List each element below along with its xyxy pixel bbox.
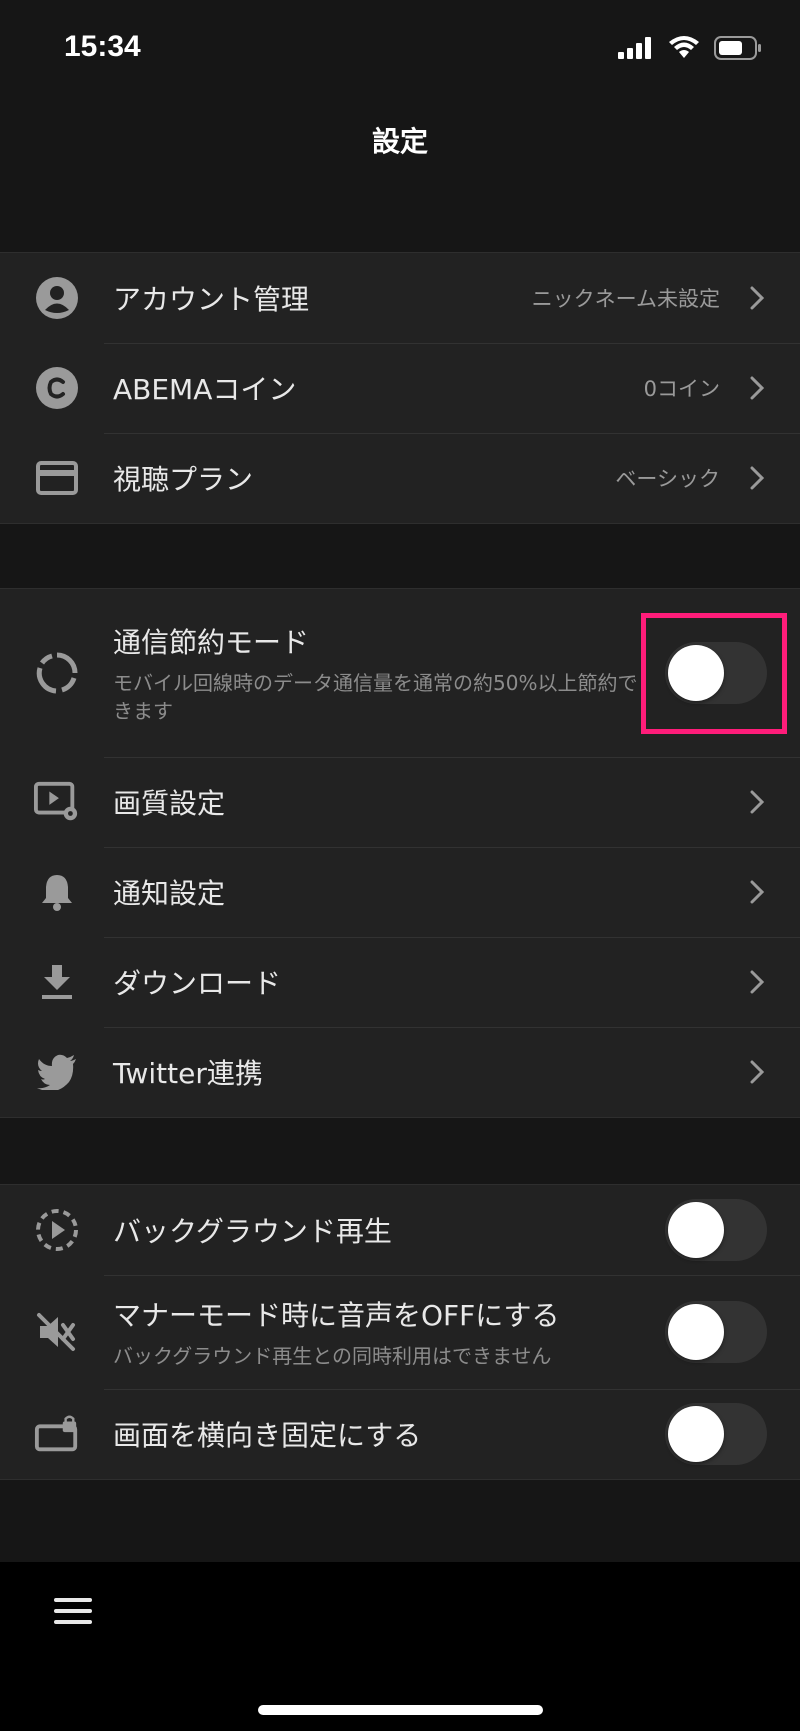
row-label: 視聴プラン <box>113 463 254 496</box>
background-playback-row: バックグラウンド再生 <box>0 1185 800 1275</box>
row-label: 画質設定 <box>113 787 226 820</box>
twitter-link-row[interactable]: Twitter連携 <box>0 1027 800 1117</box>
bell-icon <box>34 869 80 915</box>
signal-icon <box>618 37 651 59</box>
row-label: Twitter連携 <box>113 1057 263 1090</box>
nickname-value: ニックネーム未設定 <box>531 287 720 311</box>
account-group: アカウント管理 ニックネーム未設定 ABEMAコイン 0コイン 視聴プラン ベー… <box>0 252 800 524</box>
home-indicator[interactable] <box>258 1705 543 1715</box>
highlight-frame <box>641 613 787 734</box>
status-bar: 15:34 <box>0 0 800 100</box>
notification-settings-row[interactable]: 通知設定 <box>0 847 800 937</box>
chevron-right-icon <box>750 880 765 904</box>
playback-group: バックグラウンド再生 マナーモード時に音声をOFFにする バックグラウンド再生と… <box>0 1184 800 1480</box>
account-settings-row[interactable]: アカウント管理 ニックネーム未設定 <box>0 253 800 343</box>
hamburger-menu-icon[interactable] <box>54 1598 94 1628</box>
row-label: ABEMAコイン <box>113 373 297 406</box>
manner-mode-row: マナーモード時に音声をOFFにする バックグラウンド再生との同時利用はできません <box>0 1275 800 1389</box>
status-icons <box>618 36 762 60</box>
row-label: 通知設定 <box>113 877 226 910</box>
coin-icon <box>34 365 80 411</box>
chevron-right-icon <box>750 376 765 400</box>
data-saver-label: 通信節約モード <box>113 626 310 659</box>
manner-mode-toggle[interactable] <box>665 1301 767 1363</box>
landscape-lock-row: 画面を横向き固定にする <box>0 1389 800 1479</box>
chevron-right-icon <box>750 790 765 814</box>
toggle-knob <box>668 1406 724 1462</box>
viewing-plan-row[interactable]: 視聴プラン ベーシック <box>0 433 800 523</box>
screen-lock-icon <box>34 1411 80 1457</box>
twitter-icon <box>34 1049 80 1095</box>
row-label: バックグラウンド再生 <box>113 1215 392 1248</box>
row-label: マナーモード時に音声をOFFにする <box>113 1299 560 1332</box>
card-icon <box>34 455 80 501</box>
abema-coin-row[interactable]: ABEMAコイン 0コイン <box>0 343 800 433</box>
data-saver-icon <box>34 650 80 696</box>
chevron-right-icon <box>750 286 765 310</box>
download-icon <box>34 959 80 1005</box>
video-settings-icon <box>34 779 80 825</box>
mute-icon <box>34 1309 80 1355</box>
status-time: 15:34 <box>64 30 141 63</box>
download-row[interactable]: ダウンロード <box>0 937 800 1027</box>
toggle-knob <box>668 1304 724 1360</box>
landscape-lock-toggle[interactable] <box>665 1403 767 1465</box>
coin-value: 0コイン <box>643 377 720 401</box>
background-playback-toggle[interactable] <box>665 1199 767 1261</box>
row-label: ダウンロード <box>113 967 282 1000</box>
plan-value: ベーシック <box>615 467 720 491</box>
toggle-knob <box>668 1202 724 1258</box>
background-play-icon <box>34 1207 80 1253</box>
bottom-bar <box>0 1562 800 1731</box>
battery-icon <box>714 36 761 60</box>
row-label: 画面を横向き固定にする <box>113 1419 422 1452</box>
chevron-right-icon <box>750 970 765 994</box>
video-quality-row[interactable]: 画質設定 <box>0 757 800 847</box>
page-title: 設定 <box>371 125 428 158</box>
data-saver-description: モバイル回線時のデータ通信量を通常の約50%以上節約できます <box>113 671 638 723</box>
wifi-icon <box>669 36 699 58</box>
manner-mode-description: バックグラウンド再生との同時利用はできません <box>113 1344 552 1368</box>
account-icon <box>34 275 80 321</box>
chevron-right-icon <box>750 1060 765 1084</box>
chevron-right-icon <box>750 466 765 490</box>
